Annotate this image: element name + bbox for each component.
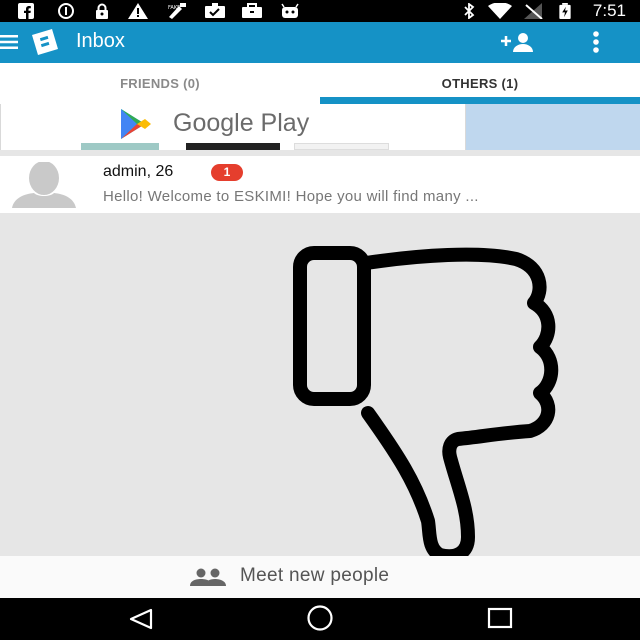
svg-text:FAKE: FAKE [168,5,180,11]
facebook-icon [18,3,34,19]
tab-friends[interactable]: FRIENDS (0) [0,63,320,104]
ad-banner[interactable]: Google Play [0,104,640,150]
eskimi-logo-icon [32,29,58,55]
add-person-icon[interactable] [499,32,535,52]
ad-content[interactable]: Google Play [0,104,466,150]
menu-icon[interactable] [0,35,18,49]
avatar [12,162,76,208]
google-play-icon [121,109,151,139]
page-title: Inbox [76,30,125,52]
meet-new-people-label: Meet new people [240,565,390,586]
android-icon [281,3,299,18]
lock-icon [96,3,108,19]
ad-thumbnail [81,143,159,150]
battery-icon [559,3,571,19]
thumbs-down-icon [293,246,559,563]
sender-name: admin, 26 [103,163,174,180]
check-clipboard-icon [205,3,225,18]
warning-icon [128,3,148,19]
more-vert-icon[interactable] [592,31,600,53]
meet-new-people-button[interactable]: Meet new people [0,556,640,598]
status-bar: FAKE 7:51 [0,0,640,22]
signal-icon [524,3,543,19]
recents-icon[interactable] [487,607,513,629]
status-time: 7:51 [592,1,626,20]
tab-indicator [320,97,640,104]
unread-badge: 1 [211,164,243,181]
content-area [0,213,640,563]
home-icon[interactable] [305,605,335,631]
briefcase-icon [242,3,262,18]
bluetooth-icon [464,3,475,19]
app-bar: Inbox [0,22,640,63]
back-icon[interactable] [128,608,154,630]
ad-text: Google Play [173,109,310,137]
ad-image[interactable] [466,104,640,150]
navigation-bar [0,598,640,640]
wifi-icon [488,3,512,19]
message-preview: Hello! Welcome to ESKIMI! Hope you will … [103,188,479,205]
info-icon [58,3,74,19]
ad-thumbnail [186,143,280,150]
fake-gps-icon: FAKE [168,3,186,19]
people-icon [190,568,226,586]
ad-thumbnail [294,143,389,150]
list-item[interactable]: admin, 26 1 Hello! Welcome to ESKIMI! Ho… [0,156,640,213]
